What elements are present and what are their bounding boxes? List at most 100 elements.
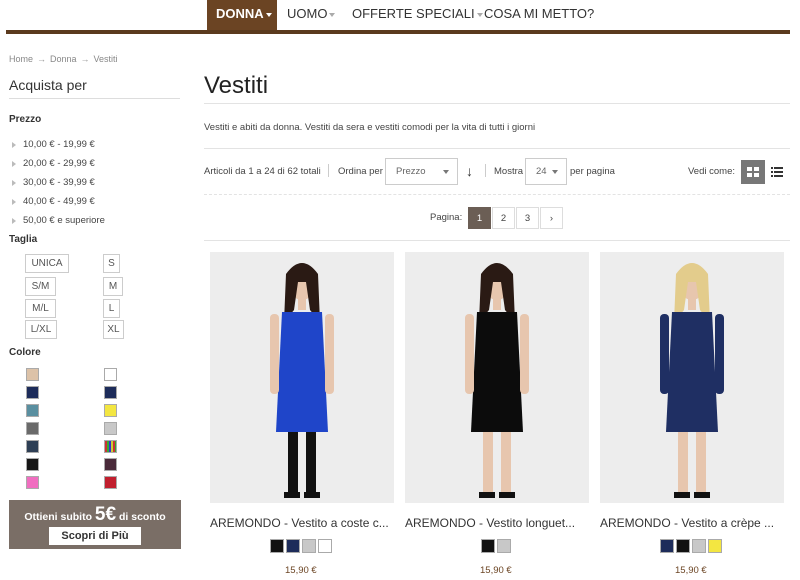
price-filter-label: 30,00 € - 39,99 €: [23, 177, 95, 188]
size-filter-l[interactable]: L: [103, 299, 120, 318]
product-color-swatch[interactable]: [497, 539, 511, 553]
per-page-label: per pagina: [570, 166, 615, 177]
color-swatch[interactable]: [26, 404, 39, 417]
product-price: 15,90 €: [285, 565, 317, 576]
nav-label: DONNA: [216, 6, 264, 21]
caret-right-icon: [12, 179, 16, 186]
next-page-button[interactable]: ›: [540, 207, 563, 229]
caret-right-icon: [12, 198, 16, 205]
nav-label: COSA MI METTO?: [484, 6, 595, 21]
product-color-swatch[interactable]: [286, 539, 300, 553]
divider: [485, 164, 486, 177]
color-swatch[interactable]: [26, 440, 39, 453]
divider: [204, 103, 790, 104]
color-swatch[interactable]: [26, 476, 39, 489]
list-icon: [771, 167, 783, 177]
divider: [204, 148, 790, 149]
sort-value: Prezzo: [396, 166, 426, 177]
size-filter-s[interactable]: S: [103, 254, 120, 273]
color-swatch[interactable]: [104, 458, 117, 471]
caret-right-icon: [12, 160, 16, 167]
pagination-label: Pagina:: [430, 212, 463, 223]
per-page-value: 24: [536, 166, 547, 177]
sort-select[interactable]: Prezzo: [385, 158, 458, 185]
arrow-right-icon: →: [80, 54, 90, 64]
product-name[interactable]: AREMONDO - Vestito longuet...: [405, 516, 593, 530]
page-title: Vestiti: [204, 72, 269, 99]
color-swatch[interactable]: [104, 368, 117, 381]
size-filter-l-xl[interactable]: L/XL: [25, 320, 57, 339]
color-swatch[interactable]: [26, 422, 39, 435]
price-filter-item[interactable]: 30,00 € - 39,99 €: [12, 173, 105, 192]
price-filter-label: 20,00 € - 29,99 €: [23, 158, 95, 169]
size-filter-s-m[interactable]: S/M: [25, 277, 56, 296]
price-filter-item[interactable]: 10,00 € - 19,99 €: [12, 135, 105, 154]
filter-heading-color: Colore: [9, 347, 41, 358]
product-name[interactable]: AREMONDO - Vestito a coste c...: [210, 516, 398, 530]
product-color-swatch[interactable]: [270, 539, 284, 553]
product-color-swatch[interactable]: [692, 539, 706, 553]
product-color-swatch[interactable]: [676, 539, 690, 553]
grid-view-button[interactable]: [741, 160, 765, 184]
product-image[interactable]: [405, 252, 589, 503]
caret-right-icon: [12, 141, 16, 148]
size-filter-xl[interactable]: XL: [103, 320, 124, 339]
product-color-swatch[interactable]: [660, 539, 674, 553]
product-color-swatch[interactable]: [481, 539, 495, 553]
view-label: Vedi come:: [688, 166, 735, 177]
chevron-down-icon: [329, 12, 336, 17]
size-filter-m-l[interactable]: M/L: [25, 299, 56, 318]
category-description: Vestiti e abiti da donna. Vestiti da ser…: [204, 122, 536, 133]
color-swatch[interactable]: [104, 476, 117, 489]
breadcrumb-donna[interactable]: Donna: [50, 54, 77, 64]
page-button-2[interactable]: 2: [492, 207, 515, 229]
nav-item-uomo[interactable]: UOMO: [287, 0, 336, 30]
page-button-1[interactable]: 1: [468, 207, 491, 229]
color-swatch[interactable]: [104, 422, 117, 435]
promo-button[interactable]: Scopri di Più: [49, 527, 141, 545]
page-button-3[interactable]: 3: [516, 207, 539, 229]
color-swatch[interactable]: [26, 386, 39, 399]
model-figure: [270, 263, 334, 498]
arrow-right-icon: →: [37, 54, 47, 64]
product-image[interactable]: [210, 252, 394, 503]
model-figure: [660, 263, 724, 498]
price-filter-item[interactable]: 40,00 € - 49,99 €: [12, 192, 105, 211]
per-page-select[interactable]: 24: [525, 158, 567, 185]
chevron-down-icon: [443, 170, 449, 174]
divider: [204, 240, 790, 241]
promo-banner[interactable]: Ottieni subito 5€ di sconto Scopri di Pi…: [9, 500, 181, 549]
list-view-button[interactable]: [765, 160, 789, 184]
product-color-swatch[interactable]: [708, 539, 722, 553]
price-filter-label: 50,00 € e superiore: [23, 215, 105, 226]
product-color-swatch[interactable]: [318, 539, 332, 553]
price-filter-label: 40,00 € - 49,99 €: [23, 196, 95, 207]
chevron-down-icon: [552, 170, 558, 174]
divider: [9, 98, 180, 99]
divider: [204, 194, 790, 195]
nav-label: UOMO: [287, 6, 328, 21]
color-swatch[interactable]: [104, 440, 117, 453]
product-price: 15,90 €: [480, 565, 512, 576]
color-swatch[interactable]: [104, 404, 117, 417]
nav-item-donna[interactable]: DONNA: [207, 0, 277, 30]
size-filter-m[interactable]: M: [103, 277, 123, 296]
promo-text: Ottieni subito 5€ di sconto: [9, 504, 181, 526]
product-name[interactable]: AREMONDO - Vestito a crèpe ...: [600, 516, 788, 530]
sort-direction-icon[interactable]: ↓: [466, 163, 473, 179]
price-filter-item[interactable]: 50,00 € e superiore: [12, 211, 105, 230]
nav-label: OFFERTE SPECIALI: [352, 6, 475, 21]
show-label: Mostra: [494, 166, 524, 177]
nav-item-cosa-mi-metto[interactable]: COSA MI METTO?: [484, 0, 594, 30]
color-swatch[interactable]: [104, 386, 117, 399]
price-filter-item[interactable]: 20,00 € - 29,99 €: [12, 154, 105, 173]
nav-item-offerte-speciali[interactable]: OFFERTE SPECIALI: [352, 0, 483, 30]
color-swatch[interactable]: [26, 368, 39, 381]
size-filter-unica[interactable]: UNICA: [25, 254, 69, 273]
product-color-swatch[interactable]: [302, 539, 316, 553]
breadcrumb-home[interactable]: Home: [9, 54, 33, 64]
color-swatch[interactable]: [26, 458, 39, 471]
product-image[interactable]: [600, 252, 784, 503]
chevron-down-icon: [265, 12, 272, 17]
promo-amount: 5€: [94, 504, 117, 525]
